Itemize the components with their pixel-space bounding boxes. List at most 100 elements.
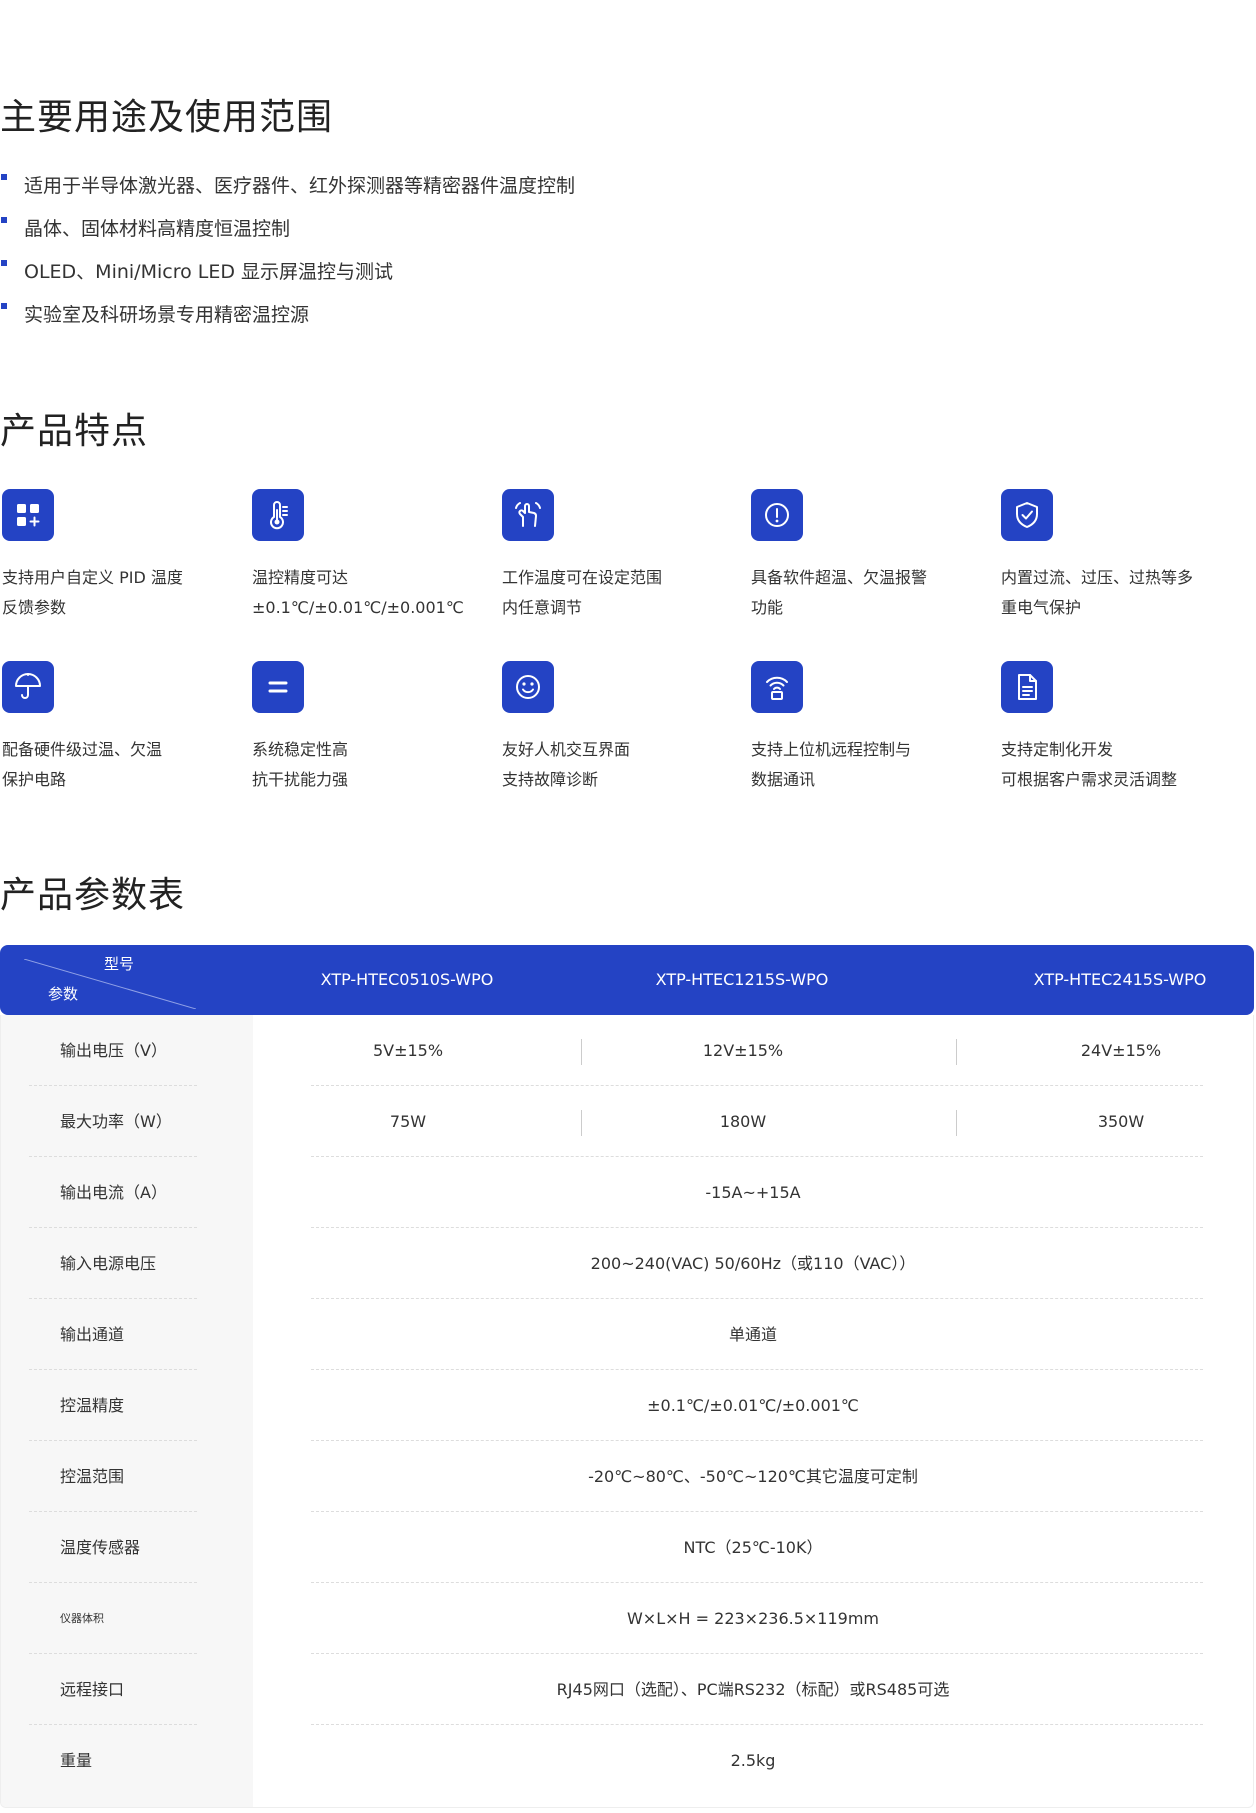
usage-item: 实验室及科研场景专用精密温控源 [0, 295, 575, 338]
param-value: RJ45网口（选配）、PC端RS232（标配）或RS485可选 [556, 1680, 950, 1699]
apps-add-icon [2, 489, 54, 541]
bullet-marker [1, 260, 7, 266]
table-row: 温度传感器 NTC（25℃-10K） [1, 1512, 1253, 1583]
document-icon [1001, 661, 1053, 713]
header-param-label: 参数 [48, 985, 79, 1003]
smiley-icon [502, 661, 554, 713]
feature-text-line: 保护电路 [2, 770, 67, 789]
table-row: 输入电源电压 200~240(VAC) 50/60Hz（或110（VAC）） [1, 1228, 1253, 1299]
feature-text-line: 工作温度可在设定范围 [502, 568, 663, 587]
feature-text-line: 数据通讯 [751, 770, 816, 789]
feature-text-line: 重电气保护 [1001, 598, 1082, 617]
features-section-title: 产品特点 [0, 411, 149, 452]
params-section-title: 产品参数表 [0, 875, 186, 916]
feature-text: 支持定制化开发可根据客户需求灵活调整 [1001, 735, 1241, 795]
feature-text-line: 支持上位机远程控制与 [751, 740, 912, 759]
param-label: 控温精度 [60, 1396, 125, 1415]
usage-section-title: 主要用途及使用范围 [0, 97, 334, 138]
feature-text-line: 支持用户自定义 PID 温度 [2, 568, 183, 587]
feature-item: 温控精度可达 ±0.1℃/±0.01℃/±0.001℃ [252, 489, 492, 623]
bullet-marker [1, 303, 7, 309]
param-value: 5V±15% [372, 1041, 444, 1060]
cell-divider [581, 1039, 582, 1065]
param-label: 重量 [60, 1751, 93, 1770]
param-value: 2.5kg [730, 1751, 776, 1770]
feature-text: 支持用户自定义 PID 温度 反馈参数 [2, 563, 242, 623]
param-label: 温度传感器 [60, 1538, 141, 1557]
usage-list: 适用于半导体激光器、医疗器件、红外探测器等精密器件温度控制 晶体、固体材料高精度恒… [0, 166, 575, 338]
feature-item: 内置过流、过压、过热等多 重电气保护 [1001, 489, 1241, 623]
bullet-marker [1, 174, 7, 180]
table-row: 重量 2.5kg [1, 1725, 1253, 1796]
cell-divider [581, 1110, 582, 1136]
param-value: ±0.1℃/±0.01℃/±0.001℃ [647, 1396, 859, 1415]
feature-text-line: 内置过流、过压、过热等多 [1001, 568, 1194, 587]
table-row: 输出通道 单通道 [1, 1299, 1253, 1370]
param-value: 24V±15% [1080, 1041, 1162, 1060]
param-label: 远程接口 [60, 1680, 125, 1699]
feature-text: 温控精度可达 ±0.1℃/±0.01℃/±0.001℃ [252, 563, 492, 623]
feature-item: 友好人机交互界面 支持故障诊断 [502, 661, 742, 795]
feature-text-line: 内任意调节 [502, 598, 583, 617]
table-row: 输出电流（A） -15A~+15A [1, 1157, 1253, 1228]
param-label: 最大功率（W） [60, 1112, 172, 1131]
usage-item: OLED、Mini/Micro LED 显示屏温控与测试 [0, 252, 575, 295]
feature-text: 配备硬件级过温、欠温 保护电路 [2, 735, 242, 795]
feature-text-line: 支持故障诊断 [502, 770, 599, 789]
feature-text-line: 系统稳定性高 [252, 740, 349, 759]
bullet-marker [1, 217, 7, 223]
param-value: -15A~+15A [705, 1183, 801, 1202]
feature-text: 内置过流、过压、过热等多 重电气保护 [1001, 563, 1241, 623]
feature-text: 具备软件超温、欠温报警 功能 [751, 563, 991, 623]
feature-item: 系统稳定性高 抗干扰能力强 [252, 661, 492, 795]
table-row: 远程接口 RJ45网口（选配）、PC端RS232（标配）或RS485可选 [1, 1654, 1253, 1725]
hand-adjust-icon [502, 489, 554, 541]
feature-text-line: ±0.1℃/±0.01℃/±0.001℃ [252, 598, 464, 617]
feature-text-line: 功能 [751, 598, 784, 617]
table-row: 最大功率（W） 75W 180W 350W [1, 1086, 1253, 1157]
header-model-1: XTP-HTEC0510S-WPO [320, 970, 494, 989]
feature-text-line: 温控精度可达 [252, 568, 349, 587]
feature-text-line: 支持定制化开发 [1001, 740, 1114, 759]
param-value: 200~240(VAC) 50/60Hz（或110（VAC）） [590, 1254, 916, 1273]
param-label: 输入电源电压 [60, 1254, 157, 1273]
cell-divider [956, 1110, 957, 1136]
param-label: 输出电流（A） [60, 1183, 167, 1202]
feature-text-line: 反馈参数 [2, 598, 67, 617]
param-value: 12V±15% [702, 1041, 784, 1060]
usage-item-text: 晶体、固体材料高精度恒温控制 [24, 218, 291, 240]
table-header: 型号 参数 XTP-HTEC0510S-WPO XTP-HTEC1215S-WP… [0, 945, 1254, 1015]
table-row: 仪器体积 W×L×H = 223×236.5×119mm [1, 1583, 1253, 1654]
feature-text: 友好人机交互界面 支持故障诊断 [502, 735, 742, 795]
param-value: 75W [389, 1112, 427, 1131]
remote-signal-icon [751, 661, 803, 713]
param-label: 控温范围 [60, 1467, 125, 1486]
parameter-table: 型号 参数 XTP-HTEC0510S-WPO XTP-HTEC1215S-WP… [0, 945, 1254, 1809]
param-value: 350W [1097, 1112, 1145, 1131]
feature-text: 支持上位机远程控制与 数据通讯 [751, 735, 991, 795]
usage-item: 晶体、固体材料高精度恒温控制 [0, 209, 575, 252]
feature-item: 支持定制化开发可根据客户需求灵活调整 [1001, 661, 1241, 795]
feature-text: 系统稳定性高 抗干扰能力强 [252, 735, 492, 795]
table-row: 控温范围 -20℃~80℃、-50℃~120℃其它温度可定制 [1, 1441, 1253, 1512]
usage-item-text: 适用于半导体激光器、医疗器件、红外探测器等精密器件温度控制 [24, 175, 576, 197]
header-model-2: XTP-HTEC1215S-WPO [655, 970, 829, 989]
feature-item: 支持用户自定义 PID 温度 反馈参数 [2, 489, 242, 623]
param-label: 输出通道 [60, 1325, 125, 1344]
feature-text-line: 抗干扰能力强 [252, 770, 349, 789]
usage-item: 适用于半导体激光器、医疗器件、红外探测器等精密器件温度控制 [0, 166, 575, 209]
feature-item: 具备软件超温、欠温报警 功能 [751, 489, 991, 623]
feature-item: 工作温度可在设定范围 内任意调节 [502, 489, 742, 623]
param-label: 仪器体积 [60, 1612, 104, 1625]
umbrella-icon [2, 661, 54, 713]
feature-item: 支持上位机远程控制与 数据通讯 [751, 661, 991, 795]
feature-text-line: 可根据客户需求灵活调整 [1001, 770, 1178, 789]
param-value: NTC（25℃-10K） [683, 1538, 823, 1557]
param-value: 单通道 [728, 1325, 777, 1344]
equals-icon [252, 661, 304, 713]
header-model-3: XTP-HTEC2415S-WPO [1033, 970, 1207, 989]
feature-text-line: 配备硬件级过温、欠温 [2, 740, 163, 759]
table-row: 输出电压（V） 5V±15% 12V±15% 24V±15% [1, 1015, 1253, 1086]
param-value: 180W [719, 1112, 767, 1131]
param-value: -20℃~80℃、-50℃~120℃其它温度可定制 [588, 1467, 918, 1486]
